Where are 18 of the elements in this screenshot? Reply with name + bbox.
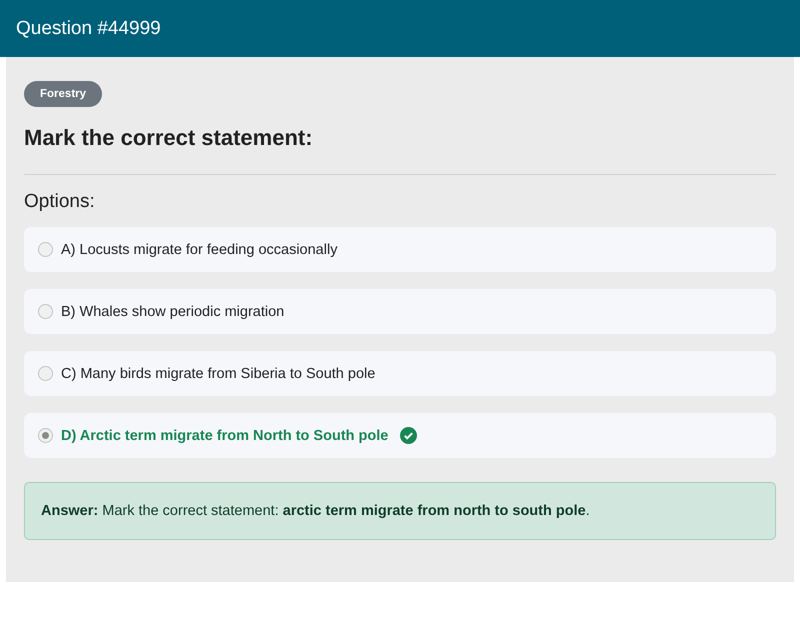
answer-option[interactable]: A) Locusts migrate for feeding occasionally xyxy=(24,227,776,272)
answer-option[interactable]: B) Whales show periodic migration xyxy=(24,289,776,334)
answer-option[interactable]: D) Arctic term migrate from North to South pole xyxy=(24,413,776,458)
category-badge[interactable]: Forestry xyxy=(24,81,102,107)
option-text: D) Arctic term migrate from North to South pole xyxy=(61,428,388,444)
radio-button[interactable] xyxy=(38,242,53,257)
option-text: C) Many birds migrate from Siberia to South pole xyxy=(61,366,376,382)
answer-box: Answer: Mark the correct statement: arctic term migrate from north to south pole. xyxy=(24,482,776,540)
options-label: Options: xyxy=(24,191,96,213)
option-text: B) Whales show periodic migration xyxy=(61,304,284,320)
check-icon xyxy=(400,427,418,444)
question-text: Mark the correct statement: xyxy=(24,125,314,151)
radio-button[interactable] xyxy=(38,304,53,319)
radio-button[interactable] xyxy=(38,366,53,381)
page-title: Question #44999 xyxy=(16,18,161,40)
radio-button[interactable] xyxy=(38,428,53,443)
option-text: A) Locusts migrate for feeding occasionally xyxy=(61,242,338,258)
answer-option[interactable]: C) Many birds migrate from Siberia to South pole xyxy=(24,351,776,396)
